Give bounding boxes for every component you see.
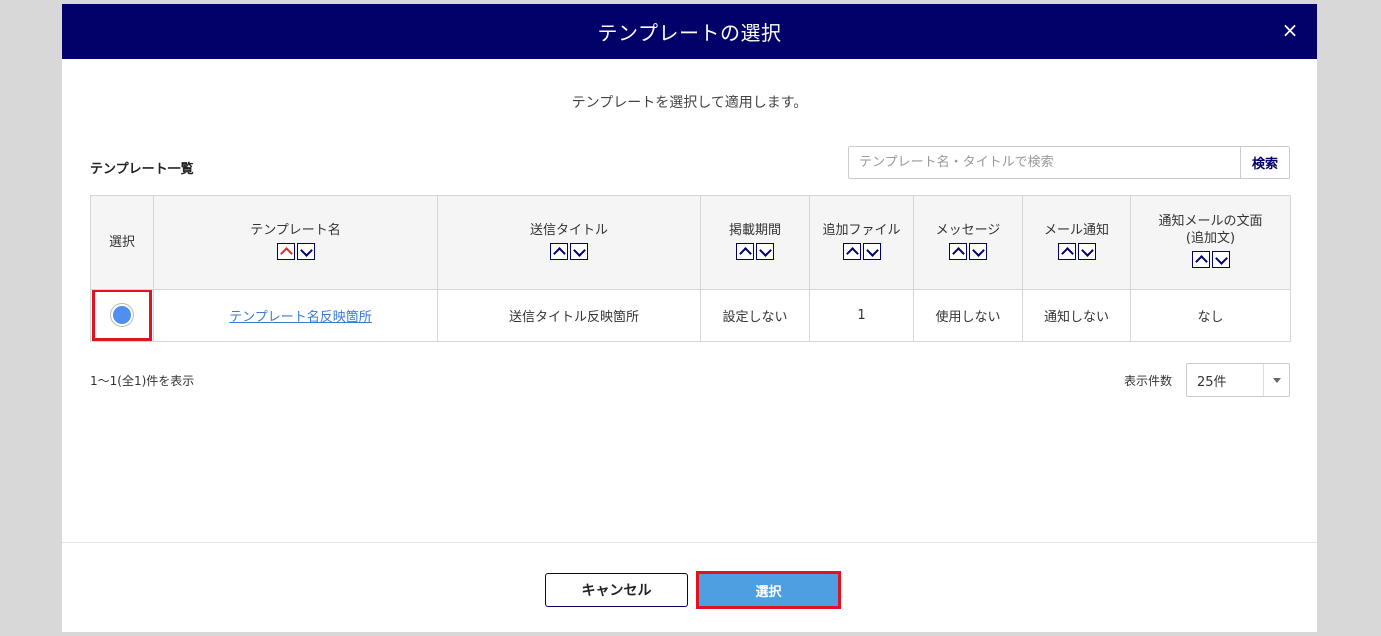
template-name-cell: テンプレート名反映箇所 (153, 289, 438, 342)
column-header-period: 掲載期間 (700, 195, 810, 290)
select-cell (90, 289, 154, 342)
table-header-row: 選択 テンプレート名 送信タイトル 掲載期間 追加ファイル メッセージ メール通… (90, 195, 1291, 290)
select-button[interactable]: 選択 (699, 574, 838, 606)
sort-controls (949, 242, 987, 260)
column-header-message: メッセージ (913, 195, 1023, 290)
template-table: 選択 テンプレート名 送信タイトル 掲載期間 追加ファイル メッセージ メール通… (90, 195, 1291, 342)
search-button[interactable]: 検索 (1240, 146, 1290, 179)
search-box: 検索 (848, 146, 1290, 179)
sort-controls (736, 242, 774, 260)
dialog-title: テンプレートの選択 (597, 21, 782, 45)
attachment-cell: 1 (809, 289, 914, 342)
radio-selected-dot (113, 306, 131, 324)
sort-controls (550, 242, 588, 260)
sort-ascending-icon[interactable] (949, 242, 967, 260)
sort-descending-icon[interactable] (756, 242, 774, 260)
sort-ascending-icon[interactable] (276, 242, 295, 260)
sort-descending-icon[interactable] (1211, 251, 1230, 268)
sort-controls (276, 242, 315, 260)
per-page-select[interactable]: 25件 (1186, 363, 1290, 397)
column-header-select: 選択 (90, 195, 154, 290)
column-header-template-name: テンプレート名 (153, 195, 438, 290)
result-count: 1〜1(全1)件を表示 (90, 374, 195, 388)
search-input[interactable] (848, 146, 1240, 179)
dialog-header: テンプレートの選択 × (62, 4, 1317, 59)
message-cell: 使用しない (913, 289, 1023, 342)
highlight-frame (92, 289, 152, 341)
dialog-description: テンプレートを選択して適用します。 (571, 95, 808, 111)
sort-ascending-icon[interactable] (1191, 251, 1210, 268)
sort-descending-icon[interactable] (570, 242, 588, 260)
sort-descending-icon[interactable] (862, 242, 881, 260)
column-header-attachment: 追加ファイル (809, 195, 914, 290)
table-row: テンプレート名反映箇所 送信タイトル反映箇所 設定しない 1 使用しない 通知し… (90, 289, 1291, 342)
mail-notify-cell: 通知しない (1022, 289, 1131, 342)
cancel-button[interactable]: キャンセル (545, 573, 688, 607)
per-page-value: 25件 (1197, 374, 1227, 390)
period-cell: 設定しない (700, 289, 810, 342)
column-header-mail-notify: メール通知 (1022, 195, 1131, 290)
sort-controls (1057, 242, 1096, 260)
template-radio[interactable] (110, 303, 134, 327)
sort-ascending-icon[interactable] (842, 242, 861, 260)
template-list-title: テンプレート一覧 (90, 162, 194, 177)
footer-divider (62, 542, 1317, 543)
sort-ascending-icon[interactable] (550, 242, 568, 260)
template-name-link[interactable]: テンプレート名反映箇所 (229, 310, 372, 325)
chevron-down-icon (1263, 364, 1289, 396)
mail-body-cell: なし (1130, 289, 1291, 342)
sort-ascending-icon[interactable] (1057, 242, 1076, 260)
template-select-dialog: テンプレートの選択 × テンプレートを選択して適用します。 テンプレート一覧 検… (62, 4, 1317, 632)
sort-descending-icon[interactable] (1077, 242, 1096, 260)
sort-ascending-icon[interactable] (736, 242, 754, 260)
sort-controls (1191, 251, 1230, 268)
select-button-highlight: 選択 (696, 571, 841, 609)
close-icon[interactable]: × (1277, 17, 1303, 43)
column-header-send-title: 送信タイトル (437, 195, 701, 290)
sort-descending-icon[interactable] (969, 242, 987, 260)
sort-controls (842, 242, 881, 260)
column-header-mail-body: 通知メールの文面 (追加文) (1130, 195, 1291, 290)
per-page-label: 表示件数 (1124, 374, 1173, 388)
send-title-cell: 送信タイトル反映箇所 (437, 289, 701, 342)
sort-descending-icon[interactable] (296, 242, 315, 260)
